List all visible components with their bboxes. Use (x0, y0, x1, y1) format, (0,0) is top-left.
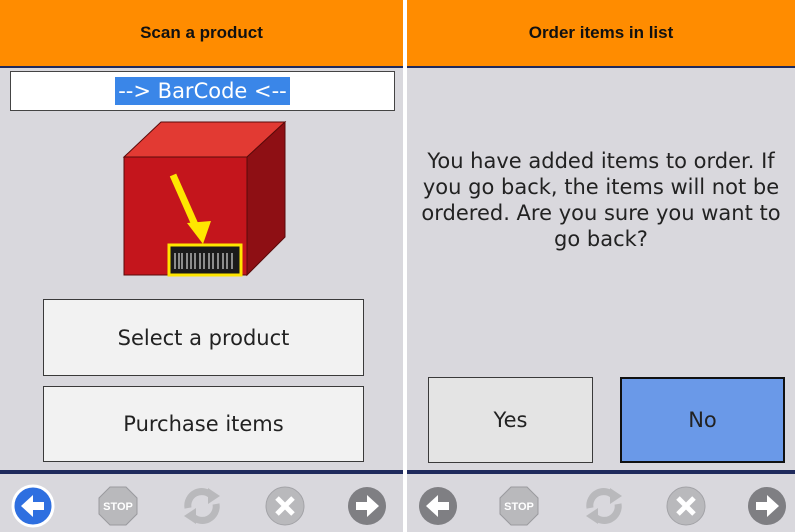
yes-button[interactable]: Yes (428, 377, 593, 463)
stop-icon[interactable]: STOP (497, 484, 541, 528)
refresh-icon[interactable] (582, 484, 626, 528)
no-label: No (688, 408, 717, 432)
barcode-box-illustration (122, 120, 287, 277)
close-circle-icon[interactable] (263, 484, 307, 528)
no-button[interactable]: No (620, 377, 785, 463)
yes-label: Yes (493, 408, 528, 432)
header-bar: Scan a product (0, 0, 403, 68)
confirm-message: You have added items to order. If you go… (421, 149, 781, 251)
purchase-items-button[interactable]: Purchase items (43, 386, 364, 462)
forward-arrow-icon[interactable] (345, 484, 389, 528)
back-arrow-icon[interactable] (416, 484, 460, 528)
page-title: Scan a product (140, 23, 263, 42)
refresh-icon[interactable] (180, 484, 224, 528)
select-product-button[interactable]: Select a product (43, 299, 364, 376)
close-circle-icon[interactable] (664, 484, 708, 528)
navigation-toolbar: STOP (0, 470, 403, 532)
stop-icon-label: STOP (504, 501, 534, 513)
header-bar: Order items in list (407, 0, 795, 68)
stop-icon[interactable]: STOP (96, 484, 140, 528)
barcode-input[interactable]: --> BarCode <-- (10, 71, 395, 111)
scan-product-screen: Scan a product --> BarCode <-- Select a … (0, 0, 403, 532)
forward-arrow-icon[interactable] (745, 484, 789, 528)
order-confirm-screen: Order items in list You have added items… (407, 0, 795, 532)
page-title: Order items in list (528, 23, 674, 42)
barcode-input-value: --> BarCode <-- (115, 77, 290, 105)
navigation-toolbar: STOP (407, 470, 795, 532)
select-product-label: Select a product (117, 325, 290, 350)
purchase-items-label: Purchase items (123, 412, 284, 436)
back-arrow-icon[interactable] (11, 484, 55, 528)
stop-icon-label: STOP (103, 501, 133, 513)
